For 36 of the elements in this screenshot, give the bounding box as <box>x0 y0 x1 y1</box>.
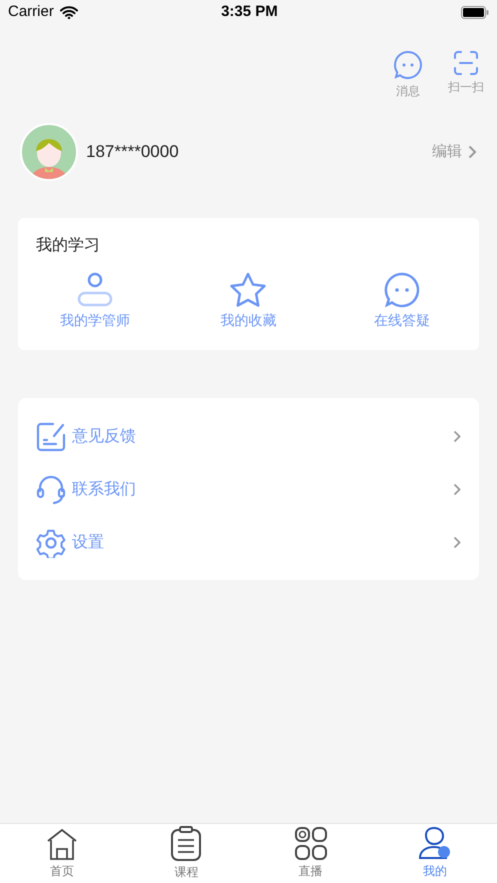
wifi-icon <box>60 6 78 19</box>
section-title: 我的学习 <box>36 236 100 256</box>
study-shortcut[interactable]: 在线答疑 <box>325 272 479 331</box>
clock: 3:35 PM <box>221 2 278 22</box>
grid-icon <box>294 827 327 861</box>
chevron-right-icon <box>468 145 477 159</box>
house-icon <box>46 827 78 861</box>
tab[interactable]: 课程 <box>124 824 248 883</box>
star-icon <box>229 272 268 308</box>
carrier-label: Carrier <box>8 2 54 22</box>
chevron-right-icon <box>453 536 461 549</box>
settings-icon <box>36 528 66 558</box>
chevron-right-icon <box>453 483 461 496</box>
menu-item[interactable]: 联系我们 <box>18 463 479 516</box>
clipboard-icon <box>170 826 202 862</box>
edit-note-icon <box>36 422 66 452</box>
chat-bubble-icon <box>384 272 420 308</box>
tab[interactable]: 我的 <box>372 824 497 883</box>
study-shortcut[interactable]: 我的学管师 <box>18 272 172 331</box>
chevron-right-icon <box>453 430 461 443</box>
scan-icon <box>453 50 479 76</box>
tab[interactable]: 首页 <box>0 824 124 883</box>
tab[interactable]: 直播 <box>248 824 373 883</box>
message-button[interactable]: 消息 <box>389 50 427 100</box>
menu-item[interactable]: 设置 <box>18 516 479 569</box>
person-icon <box>76 272 113 308</box>
scan-button[interactable]: 扫一扫 <box>447 50 485 100</box>
battery-icon <box>460 6 489 19</box>
phone-number: 187****0000 <box>86 141 179 164</box>
message-icon <box>393 50 423 80</box>
study-shortcut[interactable]: 我的收藏 <box>172 272 326 331</box>
person-icon <box>418 827 452 861</box>
menu-item[interactable]: 意见反馈 <box>18 410 479 463</box>
avatar-icon <box>20 123 78 181</box>
edit-button[interactable]: 编辑 <box>432 140 477 164</box>
headset-icon <box>36 474 66 504</box>
